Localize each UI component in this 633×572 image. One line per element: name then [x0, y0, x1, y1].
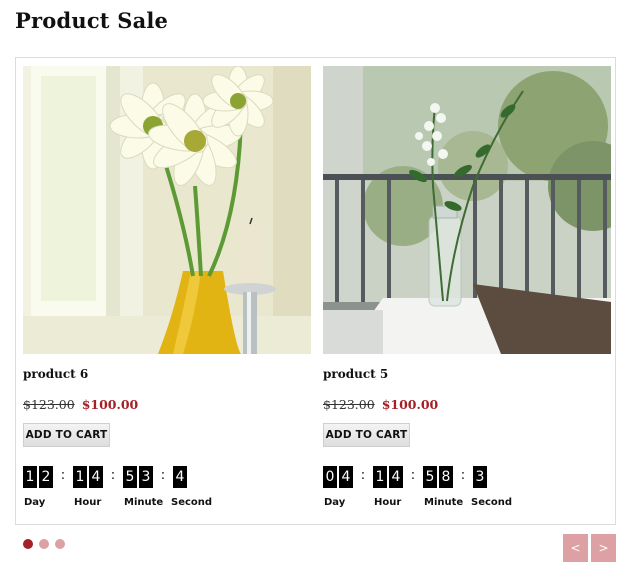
add-to-cart-button[interactable]: ADD TO CART — [23, 423, 110, 447]
countdown-digit: 1 — [73, 466, 87, 488]
product-slider: product 6 $123.00 $100.00 ADD TO CART 1 … — [15, 57, 616, 525]
price-block: $123.00 $100.00 — [323, 397, 438, 412]
countdown-digit: 5 — [123, 466, 137, 488]
product-name[interactable]: product 5 — [323, 367, 388, 381]
pagination-dot[interactable] — [39, 539, 49, 549]
countdown-digit: 8 — [439, 466, 453, 488]
slider-prev-button[interactable]: < — [563, 534, 588, 562]
countdown-digit: 1 — [23, 466, 37, 488]
countdown-digit: 4 — [339, 466, 353, 488]
countdown-separator: : — [60, 468, 66, 483]
countdown-hour-label: Hour — [374, 497, 402, 508]
sale-price: $100.00 — [381, 397, 439, 412]
countdown-digit: 5 — [423, 466, 437, 488]
product-image[interactable] — [323, 66, 611, 354]
countdown-minute-label: Minute — [424, 497, 464, 508]
countdown-minute-label: Minute — [124, 497, 164, 508]
pagination-dot[interactable] — [55, 539, 65, 549]
countdown-day-label: Day — [324, 497, 346, 508]
countdown-digit: 2 — [39, 466, 53, 488]
product-card: product 5 $123.00 $100.00 ADD TO CART 0 … — [323, 66, 611, 508]
daisies-in-yellow-vase-icon — [23, 66, 311, 354]
flowers-in-glass-jar-icon — [323, 66, 611, 354]
pagination-dot-active[interactable] — [23, 539, 33, 549]
old-price: $123.00 — [23, 397, 75, 412]
product-card: product 6 $123.00 $100.00 ADD TO CART 1 … — [23, 66, 311, 508]
slider-next-button[interactable]: > — [591, 534, 616, 562]
product-name[interactable]: product 6 — [23, 367, 88, 381]
countdown-digit: 4 — [173, 466, 187, 488]
countdown-separator: : — [110, 468, 116, 483]
countdown-digit: 0 — [323, 466, 337, 488]
old-price: $123.00 — [323, 397, 375, 412]
countdown-separator: : — [360, 468, 366, 483]
countdown-hour-label: Hour — [74, 497, 102, 508]
countdown-digit: 1 — [373, 466, 387, 488]
countdown-digit: 3 — [139, 466, 153, 488]
countdown-separator: : — [410, 468, 416, 483]
countdown-digit: 4 — [389, 466, 403, 488]
countdown-digit: 3 — [473, 466, 487, 488]
price-block: $123.00 $100.00 — [23, 397, 138, 412]
countdown-day-label: Day — [24, 497, 46, 508]
product-image[interactable] — [23, 66, 311, 354]
countdown-digit: 4 — [89, 466, 103, 488]
sale-price: $100.00 — [81, 397, 139, 412]
countdown-second-label: Second — [471, 497, 513, 508]
countdown-separator: : — [460, 468, 466, 483]
countdown-second-label: Second — [171, 497, 213, 508]
add-to-cart-button[interactable]: ADD TO CART — [323, 423, 410, 447]
section-title: Product Sale — [15, 8, 169, 33]
countdown-separator: : — [160, 468, 166, 483]
